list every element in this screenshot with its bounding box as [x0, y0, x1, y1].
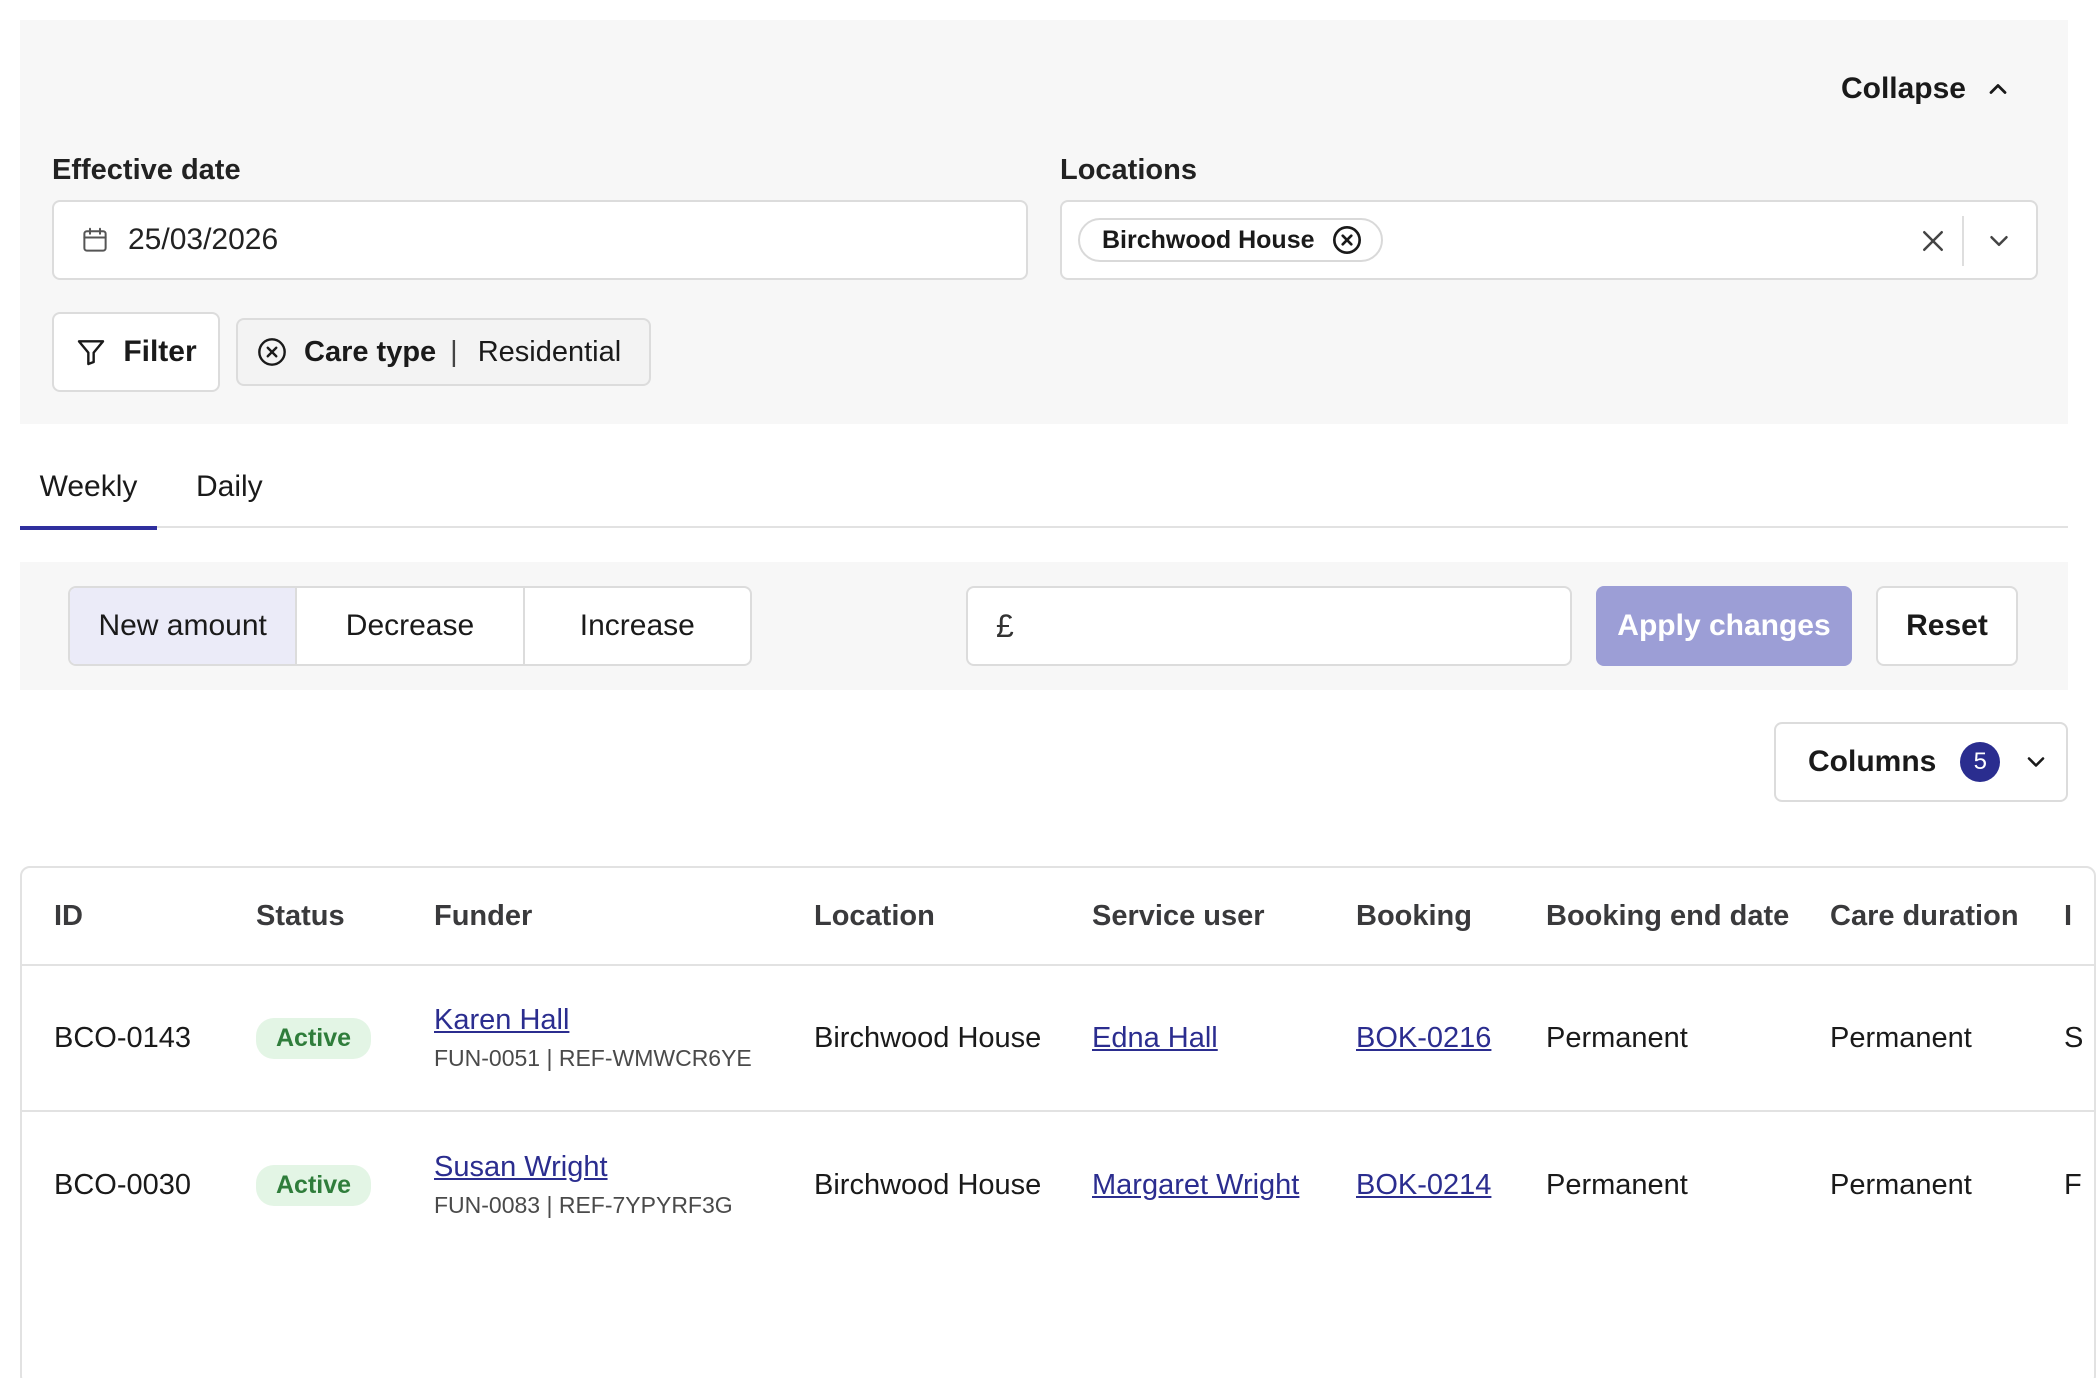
care-type-separator: | [450, 335, 458, 368]
cell-id: BCO-0030 [54, 1168, 192, 1201]
columns-count-badge: 5 [1960, 742, 2001, 782]
currency-symbol: £ [996, 607, 1014, 644]
cell-truncated: S [2064, 1021, 2084, 1054]
filter-panel: Collapse Effective date 25/03/2026 Locat… [20, 20, 2068, 424]
tab-weekly[interactable]: Weekly [20, 456, 157, 530]
status-badge: Active [256, 1017, 372, 1059]
mode-new-amount[interactable]: New amount [70, 588, 298, 664]
remove-filter-icon[interactable] [256, 336, 288, 368]
cell-status: Active [256, 966, 372, 1110]
calendar-icon [83, 227, 107, 252]
collapse-button[interactable]: Collapse [1841, 72, 2012, 106]
effective-date-label: Effective date [52, 154, 241, 186]
columns-label: Columns [1808, 745, 1937, 778]
rate-adjust-bar: New amount Decrease Increase £ Apply cha… [20, 562, 2068, 690]
funder-reference: FUN-0083 | REF-7YPYRF3G [434, 1192, 733, 1218]
cell-service-user: Edna Hall [1092, 966, 1218, 1110]
mode-decrease[interactable]: Decrease [297, 588, 525, 664]
amount-input[interactable]: £ [966, 586, 1572, 666]
cell-booking-end-date: Permanent [1546, 1168, 1688, 1201]
tab-daily[interactable]: Daily [196, 456, 263, 528]
filter-icon [78, 340, 105, 366]
table-header-row: ID Status Funder Location Service user B… [22, 868, 2094, 966]
cell-truncated: F [2064, 1168, 2082, 1201]
cell-status: Active [256, 1112, 372, 1258]
booking-link[interactable]: BOK-0216 [1356, 1022, 1491, 1055]
column-header-booking[interactable]: Booking [1356, 868, 1472, 964]
adjust-mode-selector: New amount Decrease Increase [68, 586, 752, 666]
cell-booking-end-date: Permanent [1546, 1021, 1688, 1054]
column-header-status[interactable]: Status [256, 868, 345, 964]
cell-booking: BOK-0216 [1356, 966, 1491, 1110]
mode-increase[interactable]: Increase [525, 588, 750, 664]
locations-select[interactable]: Birchwood House [1060, 200, 2038, 280]
care-type-key: Care type [304, 335, 437, 368]
funder-reference: FUN-0051 | REF-WMWCR6YE [434, 1045, 752, 1071]
remove-chip-icon[interactable] [1331, 224, 1363, 256]
table-row[interactable]: BCO-0030 Active Susan Wright FUN-0083 | … [22, 1112, 2094, 1258]
clear-icon[interactable] [1918, 226, 1948, 256]
select-divider [1962, 216, 1964, 266]
column-header-funder[interactable]: Funder [434, 868, 532, 964]
filter-button-label: Filter [123, 335, 197, 368]
cell-location: Birchwood House [814, 1168, 1042, 1201]
column-header-location[interactable]: Location [814, 868, 935, 964]
effective-date-value: 25/03/2026 [128, 223, 279, 256]
column-header-service-user[interactable]: Service user [1092, 868, 1265, 964]
filter-button[interactable]: Filter [52, 312, 220, 392]
service-user-link[interactable]: Margaret Wright [1092, 1169, 1299, 1202]
cell-booking: BOK-0214 [1356, 1112, 1491, 1258]
column-header-truncated[interactable]: I [2064, 868, 2072, 964]
view-tabs: Weekly Daily [20, 456, 2068, 530]
cell-service-user: Margaret Wright [1092, 1112, 1299, 1258]
rates-table: ID Status Funder Location Service user B… [20, 866, 2096, 1378]
cell-care-duration: Permanent [1830, 1168, 1972, 1201]
funder-link[interactable]: Karen Hall [434, 1004, 752, 1037]
collapse-label: Collapse [1840, 72, 1966, 105]
cell-location: Birchwood House [814, 1021, 1042, 1054]
apply-changes-button[interactable]: Apply changes [1596, 586, 1852, 666]
locations-label: Locations [1060, 154, 1197, 186]
location-chip-label: Birchwood House [1102, 225, 1315, 254]
cell-care-duration: Permanent [1830, 1021, 1972, 1054]
location-chip: Birchwood House [1078, 218, 1383, 262]
column-header-care-duration[interactable]: Care duration [1830, 868, 2019, 964]
booking-link[interactable]: BOK-0214 [1356, 1169, 1491, 1202]
columns-button[interactable]: Columns 5 [1774, 722, 2068, 802]
funder-link[interactable]: Susan Wright [434, 1151, 733, 1184]
column-header-booking-end-date[interactable]: Booking end date [1546, 868, 1789, 964]
care-type-filter-chip[interactable]: Care type | Residential [236, 318, 652, 386]
reset-button[interactable]: Reset [1876, 586, 2018, 666]
effective-date-input[interactable]: 25/03/2026 [52, 200, 1028, 280]
chevron-up-icon [1989, 84, 2007, 94]
service-user-link[interactable]: Edna Hall [1092, 1022, 1218, 1055]
care-type-value: Residential [477, 335, 622, 368]
cell-funder: Karen Hall FUN-0051 | REF-WMWCR6YE [434, 966, 752, 1110]
status-badge: Active [256, 1164, 372, 1206]
table-row[interactable]: BCO-0143 Active Karen Hall FUN-0051 | RE… [22, 966, 2094, 1112]
cell-funder: Susan Wright FUN-0083 | REF-7YPYRF3G [434, 1112, 733, 1258]
chevron-down-icon [2028, 757, 2045, 767]
column-header-id[interactable]: ID [54, 868, 83, 964]
chevron-down-icon[interactable] [1984, 226, 2014, 256]
cell-id: BCO-0143 [54, 1021, 192, 1054]
